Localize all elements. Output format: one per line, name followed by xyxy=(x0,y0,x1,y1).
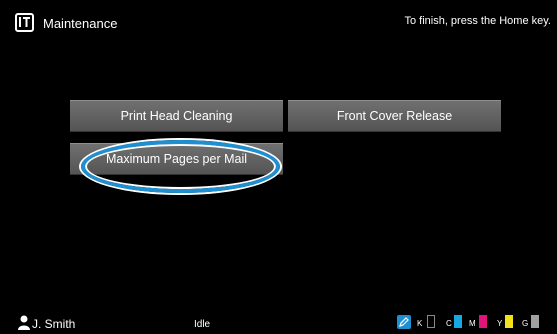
page-title: Maintenance xyxy=(43,16,118,31)
ink-level-m xyxy=(479,315,487,328)
user-name: J. Smith xyxy=(32,317,76,331)
ink-label-y: Y xyxy=(497,319,503,328)
maintenance-screen: Maintenance To finish, press the Home ke… xyxy=(0,0,557,333)
ink-level-y xyxy=(505,315,513,328)
ink-level-c xyxy=(454,315,462,328)
maintenance-icon[interactable] xyxy=(15,13,34,32)
header: Maintenance To finish, press the Home ke… xyxy=(0,0,557,42)
maximum-pages-per-mail-button[interactable]: Maximum Pages per Mail xyxy=(70,143,283,175)
ink-level-g xyxy=(531,315,539,328)
front-cover-release-button[interactable]: Front Cover Release xyxy=(288,100,501,132)
ink-label-c: C xyxy=(446,319,452,328)
status-bar: J. Smith Idle K C M Y G xyxy=(0,312,557,333)
ink-label-k: K xyxy=(417,319,423,328)
ink-label-m: M xyxy=(469,319,476,328)
home-key-hint: To finish, press the Home key. xyxy=(404,15,551,27)
machine-status: Idle xyxy=(194,319,211,330)
ink-level-k xyxy=(427,315,435,328)
print-head-cleaning-button[interactable]: Print Head Cleaning xyxy=(70,100,283,132)
ink-label-g: G xyxy=(522,319,529,328)
edit-icon[interactable] xyxy=(397,315,411,329)
user-icon xyxy=(18,315,30,330)
